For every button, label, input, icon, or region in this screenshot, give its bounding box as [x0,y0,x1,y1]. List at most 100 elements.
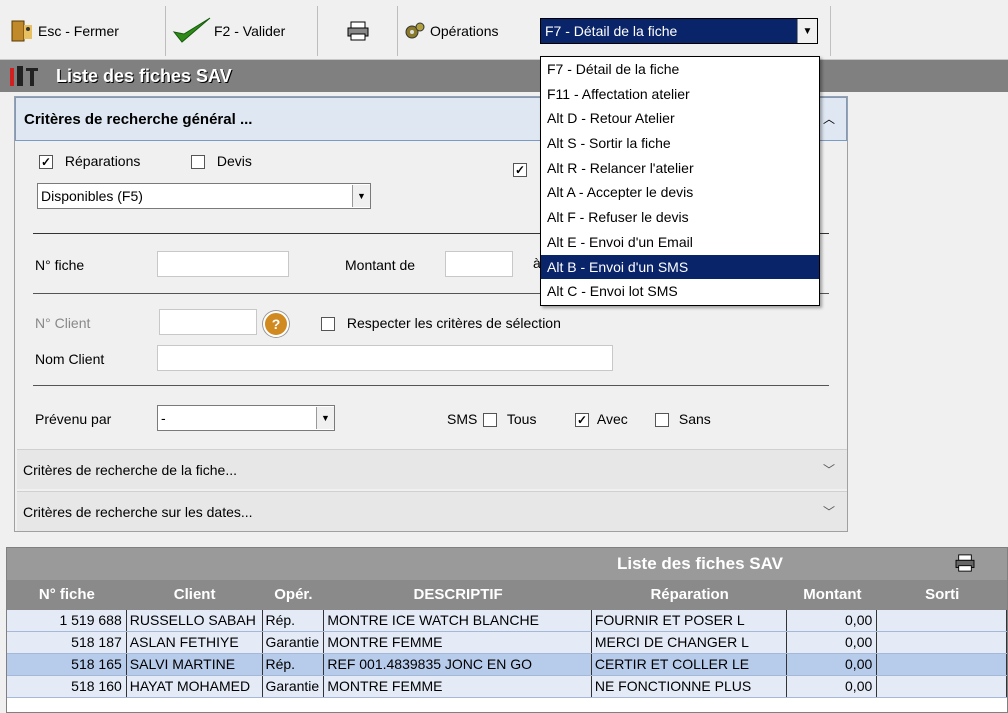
client-num-input[interactable] [159,309,257,335]
cell-client: HAYAT MOHAMED [127,676,263,697]
print-button[interactable] [318,6,398,56]
menu-item[interactable]: Alt F - Refuser le devis [541,205,819,230]
cell-desc: MONTRE FEMME [324,676,592,697]
nom-client-input[interactable] [157,345,613,371]
column-header[interactable]: Opér. [263,580,325,610]
operations-button[interactable]: Opérations [398,6,538,56]
extra-checkbox[interactable]: ✓ [513,161,527,178]
respect-criteria-checkbox[interactable]: Respecter les critères de sélection [321,315,561,332]
checkbox-empty-icon [191,155,205,170]
printer-icon[interactable] [955,554,975,577]
table-row[interactable]: 518 160 HAYAT MOHAMED Garantie MONTRE FE… [7,676,1007,698]
operations-dropdown-list[interactable]: F7 - Détail de la fiche F11 - Affectatio… [540,56,820,306]
grid-title-bar: Liste des fiches SAV [7,548,1007,580]
dates-criteria-section[interactable]: Critères de recherche sur les dates... ﹀ [17,491,847,531]
divider [33,385,829,386]
cell-oper: Garantie [263,676,325,697]
menu-item[interactable]: Alt R - Relancer l'atelier [541,156,819,181]
cell-desc: MONTRE FEMME [324,632,592,653]
menu-item[interactable]: Alt D - Retour Atelier [541,106,819,131]
sms-avec-checkbox[interactable]: ✓ Avec [575,411,628,428]
column-header[interactable]: N° fiche [7,580,127,610]
reparations-checkbox[interactable]: ✓ Réparations [39,153,141,170]
menu-item[interactable]: Alt C - Envoi lot SMS [541,279,819,304]
grid-title: Liste des fiches SAV [617,554,783,573]
cell-sorti [877,632,1007,653]
checkbox-checked-icon: ✓ [39,155,53,170]
page-title: Liste des fiches SAV [56,65,232,86]
cell-oper: Rép. [263,610,325,631]
respect-criteria-label: Respecter les critères de sélection [346,315,561,331]
close-button[interactable]: Esc - Fermer [4,6,166,56]
cell-oper: Garantie [263,632,325,653]
menu-item[interactable]: Alt S - Sortir la fiche [541,131,819,156]
cell-fiche: 518 165 [7,654,127,675]
montant-from-input[interactable] [445,251,513,277]
montant-label: Montant de [345,257,416,273]
checkbox-empty-icon [483,413,497,428]
sms-avec-label: Avec [596,411,628,427]
cell-rep: NE FONCTIONNE PLUS [592,676,788,697]
cell-montant: 0,00 [787,632,878,653]
checkbox-empty-icon [655,413,669,428]
prevenu-select[interactable]: - ▼ [157,405,335,431]
prevenu-label: Prévenu par [35,411,112,427]
window-title-bar: Liste des fiches SAV [0,60,1008,92]
chevron-down-icon[interactable]: ▼ [352,185,370,207]
cell-fiche: 518 160 [7,676,127,697]
menu-item[interactable]: F7 - Détail de la fiche [541,57,819,82]
menu-item[interactable]: Alt A - Accepter le devis [541,180,819,205]
check-icon [172,17,211,43]
cell-sorti [877,676,1007,697]
column-header[interactable]: Client [127,580,263,610]
sms-tous-checkbox[interactable]: Tous [483,411,536,428]
operations-select[interactable]: F7 - Détail de la fiche ▼ [540,18,818,44]
checkbox-checked-icon: ✓ [575,413,589,428]
sms-sans-label: Sans [678,411,711,427]
cell-sorti [877,654,1007,675]
chevron-down-icon[interactable]: ▼ [797,19,817,43]
fiche-criteria-title: Critères de recherche de la fiche... [23,461,237,478]
cell-montant: 0,00 [787,654,878,675]
chevron-down-icon[interactable]: ﹀ [823,461,835,478]
chevron-down-icon[interactable]: ▼ [316,407,334,429]
gears-icon [405,22,425,39]
cell-fiche: 518 187 [7,632,127,653]
column-header[interactable]: DESCRIPTIF [324,580,591,610]
nom-client-label: Nom Client [35,351,105,367]
cell-client: RUSSELLO SABAH [127,610,263,631]
table-row[interactable]: 1 519 688 RUSSELLO SABAH Rép. MONTRE ICE… [7,610,1007,632]
column-header[interactable]: Montant [787,580,877,610]
devis-label: Devis [216,153,252,169]
cell-sorti [877,610,1007,631]
cell-desc: REF 001.4839835 JONC EN GO [324,654,592,675]
column-header[interactable]: Réparation [592,580,788,610]
validate-button[interactable]: F2 - Valider [166,6,318,56]
cell-rep: CERTIR ET COLLER LE [592,654,788,675]
menu-item[interactable]: Alt E - Envoi d'un Email [541,230,819,255]
fiche-criteria-section[interactable]: Critères de recherche de la fiche... ﹀ [17,449,847,489]
menu-item-selected[interactable]: Alt B - Envoi d'un SMS [541,254,819,280]
prevenu-select-value: - [161,410,166,426]
sms-label: SMS [447,411,478,427]
reparations-label: Réparations [64,153,141,169]
operations-label: Opérations [430,23,499,39]
printer-icon [347,21,368,41]
table-row[interactable]: 518 187 ASLAN FETHIYE Garantie MONTRE FE… [7,632,1007,654]
fiche-input[interactable] [157,251,289,277]
close-label: Esc - Fermer [38,23,119,39]
client-num-label: N° Client [35,315,91,331]
table-row[interactable]: 518 165 SALVI MARTINE Rép. REF 001.48398… [7,654,1007,676]
chevron-down-icon[interactable]: ﹀ [823,503,835,520]
menu-item[interactable]: F11 - Affectation atelier [541,82,819,107]
help-icon[interactable]: ? [263,311,289,337]
status-select[interactable]: Disponibles (F5) ▼ [37,183,371,209]
toolbar: Esc - Fermer F2 - Valider Opérations F7 … [0,0,1008,60]
column-header[interactable]: Sorti [877,580,1007,610]
sms-sans-checkbox[interactable]: Sans [655,411,711,428]
fiches-grid: Liste des fiches SAV N° fiche Client Opé… [6,547,1008,713]
devis-checkbox[interactable]: Devis [191,153,252,170]
tools-icon [10,66,38,86]
chevron-up-icon[interactable]: ︿ [820,110,838,128]
cell-client: ASLAN FETHIYE [127,632,263,653]
